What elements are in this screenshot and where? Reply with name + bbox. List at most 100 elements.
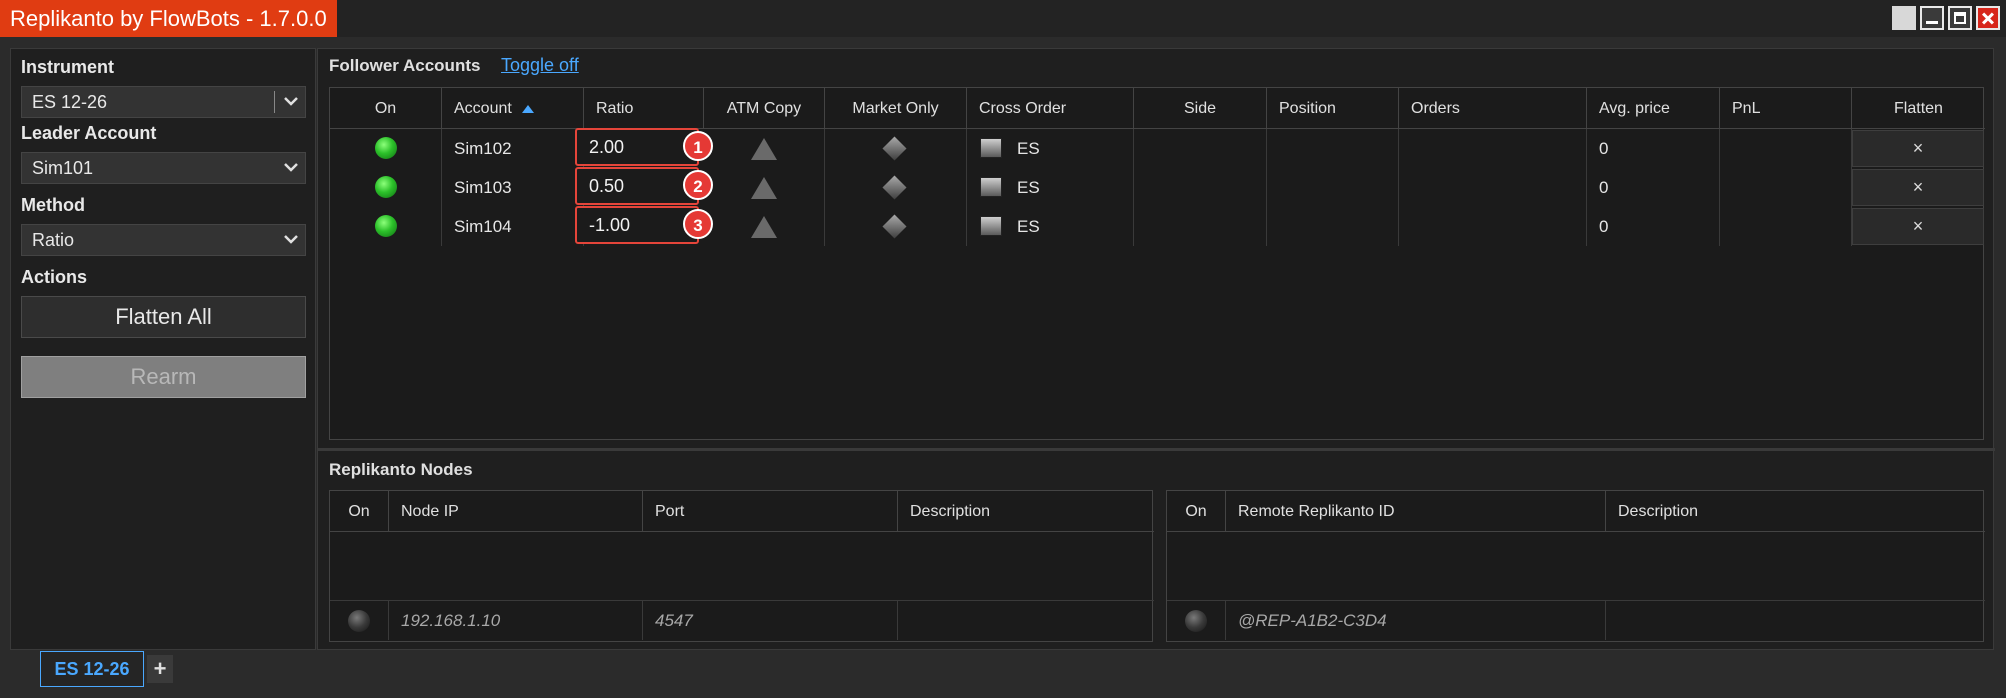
instrument-selector[interactable]: ES 12-26 [21, 86, 306, 118]
nodes-grid: On Node IP Port Description 192.168.1.10… [329, 490, 1154, 642]
column-header-atm-copy[interactable]: ATM Copy [704, 88, 825, 129]
flatten-row-button[interactable]: × [1852, 130, 1984, 167]
step-badge: 3 [683, 209, 713, 239]
ratio-input[interactable]: -1.00 [575, 206, 699, 244]
leader-account-value: Sim101 [32, 158, 94, 178]
settings-window-button[interactable] [1892, 6, 1916, 30]
column-header-description[interactable]: Description [1606, 491, 1985, 532]
cross-order-value: ES [1017, 139, 1040, 158]
atm-copy-triangle-icon[interactable] [751, 177, 777, 199]
toggle-off-link[interactable]: Toggle off [501, 55, 579, 76]
maximize-button[interactable] [1948, 6, 1972, 30]
method-label: Method [21, 195, 85, 215]
column-header-avg-price[interactable]: Avg. price [1587, 88, 1720, 129]
avg-price-cell: 0 [1587, 129, 1720, 168]
flatten-row-button[interactable]: × [1852, 208, 1984, 245]
side-cell [1134, 129, 1267, 168]
cross-order-value: ES [1017, 217, 1040, 236]
column-header-position[interactable]: Position [1267, 88, 1399, 129]
column-header-remote-id[interactable]: Remote Replikanto ID [1226, 491, 1606, 532]
instrument-label: Instrument [21, 57, 115, 77]
column-header-flatten[interactable]: Flatten [1852, 88, 1985, 129]
on-indicator-icon[interactable] [375, 215, 397, 237]
cross-order-checkbox[interactable] [980, 216, 1002, 236]
column-header-pnl[interactable]: PnL [1720, 88, 1852, 129]
side-cell [1134, 207, 1267, 246]
column-header-on[interactable]: On [1167, 491, 1226, 532]
on-indicator-icon[interactable] [375, 176, 397, 198]
column-header-orders[interactable]: Orders [1399, 88, 1587, 129]
section-divider[interactable] [318, 448, 1995, 451]
flatten-row-button[interactable]: × [1852, 169, 1984, 206]
column-header-on[interactable]: On [330, 88, 442, 129]
column-header-account[interactable]: Account [442, 88, 584, 129]
table-row: @REP-A1B2-C3D4 [1167, 601, 1985, 641]
column-header-cross-order[interactable]: Cross Order [967, 88, 1134, 129]
atm-copy-triangle-icon[interactable] [751, 216, 777, 238]
remote-status-indicator-icon[interactable] [1185, 610, 1207, 632]
rearm-button[interactable]: Rearm [21, 356, 306, 398]
cross-order-checkbox[interactable] [980, 177, 1002, 197]
table-row: 192.168.1.10 4547 [330, 601, 1154, 641]
title-bar: Replikanto by FlowBots - 1.7.0.0 [0, 0, 2006, 37]
cross-order-cell: ES [967, 207, 1134, 246]
leader-account-label: Leader Account [21, 123, 157, 143]
instrument-tab[interactable]: ES 12-26 [40, 651, 144, 687]
port-cell: 4547 [643, 601, 898, 640]
chevron-down-icon [284, 163, 298, 172]
window-title: Replikanto by FlowBots - 1.7.0.0 [0, 0, 337, 37]
orders-cell [1399, 129, 1587, 168]
ratio-input[interactable]: 0.50 [575, 167, 699, 205]
remote-nodes-grid: On Remote Replikanto ID Description @REP… [1166, 490, 1985, 642]
column-header-account-label: Account [454, 100, 512, 117]
market-only-diamond-icon[interactable] [882, 175, 907, 200]
side-cell [1134, 168, 1267, 207]
column-header-side[interactable]: Side [1134, 88, 1267, 129]
instrument-value: ES 12-26 [32, 92, 108, 112]
account-cell: Sim102 [442, 129, 584, 168]
cross-order-value: ES [1017, 178, 1040, 197]
column-header-port[interactable]: Port [643, 491, 898, 532]
on-indicator-icon[interactable] [375, 137, 397, 159]
pnl-cell [1720, 168, 1852, 207]
pnl-cell [1720, 129, 1852, 168]
actions-label: Actions [21, 267, 88, 287]
chevron-down-icon[interactable] [283, 93, 299, 109]
cross-order-cell: ES [967, 129, 1134, 168]
minimize-button[interactable] [1920, 6, 1944, 30]
ratio-input[interactable]: 2.00 [575, 128, 699, 166]
leader-account-dropdown[interactable]: Sim101 [21, 152, 306, 184]
account-cell: Sim103 [442, 168, 584, 207]
divider [274, 91, 275, 113]
avg-price-cell: 0 [1587, 207, 1720, 246]
chevron-down-icon [284, 235, 298, 244]
market-only-diamond-icon[interactable] [882, 214, 907, 239]
add-tab-button[interactable]: + [147, 655, 173, 683]
atm-copy-triangle-icon[interactable] [751, 138, 777, 160]
method-dropdown[interactable]: Ratio [21, 224, 306, 256]
column-header-node-ip[interactable]: Node IP [389, 491, 643, 532]
step-badge: 2 [683, 170, 713, 200]
node-ip-cell: 192.168.1.10 [389, 601, 643, 640]
column-header-description[interactable]: Description [898, 491, 1154, 532]
left-panel: Instrument ES 12-26 Leader Account Sim10… [10, 48, 316, 650]
position-cell [1267, 168, 1399, 207]
description-cell [1606, 601, 1985, 640]
flatten-all-button[interactable]: Flatten All [21, 296, 306, 338]
followers-grid: On Account Ratio ATM Copy Market Only Cr… [329, 87, 1985, 440]
cross-order-checkbox[interactable] [980, 138, 1002, 158]
column-header-on[interactable]: On [330, 491, 389, 532]
replikanto-nodes-title: Replikanto Nodes [329, 460, 473, 479]
position-cell [1267, 129, 1399, 168]
node-status-indicator-icon[interactable] [348, 610, 370, 632]
step-badge: 1 [683, 131, 713, 161]
pnl-cell [1720, 207, 1852, 246]
market-only-diamond-icon[interactable] [882, 136, 907, 161]
column-header-ratio[interactable]: Ratio [584, 88, 704, 129]
column-header-market-only[interactable]: Market Only [825, 88, 967, 129]
cross-order-cell: ES [967, 168, 1134, 207]
position-cell [1267, 207, 1399, 246]
orders-cell [1399, 207, 1587, 246]
close-button[interactable] [1976, 6, 2000, 30]
description-cell [898, 601, 1154, 640]
